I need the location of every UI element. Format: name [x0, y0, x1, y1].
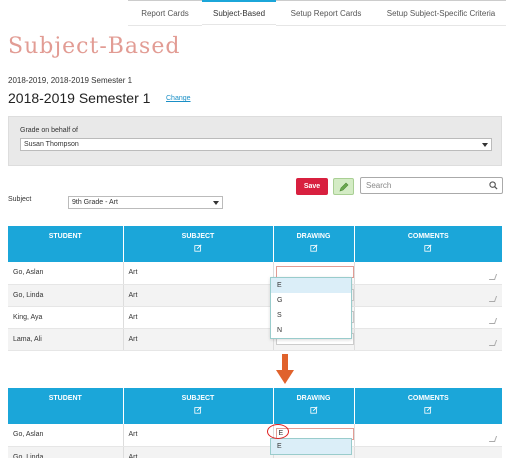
edit-icon[interactable] — [194, 406, 202, 414]
dropdown-option-e[interactable]: E — [271, 439, 351, 454]
change-term-link[interactable]: Change — [166, 95, 191, 102]
highlight-circle — [267, 424, 289, 439]
grades-table-after: STUDENT SUBJECT DRAWING COMMENTS Go, Asl… — [8, 388, 502, 458]
col-comments[interactable]: COMMENTS — [354, 388, 502, 424]
subject-cell: Art — [123, 424, 274, 447]
edit-icon[interactable] — [309, 406, 318, 414]
table-row: King, Aya Art — [8, 306, 502, 329]
subject-cell: Art — [123, 446, 274, 458]
resize-handle-icon[interactable] — [488, 273, 498, 280]
edit-icon[interactable] — [309, 244, 318, 252]
edit-icon[interactable] — [424, 244, 432, 252]
resize-handle-icon[interactable] — [488, 317, 498, 324]
tab-setup-subject-criteria[interactable]: Setup Subject-Specific Criteria — [376, 1, 506, 26]
comments-cell[interactable] — [354, 328, 502, 351]
dropdown-option-n[interactable]: N — [271, 323, 351, 338]
table-row: Go, Linda Art — [8, 284, 502, 307]
col-student: STUDENT — [8, 226, 124, 262]
drawing-grade-dropdown[interactable]: E G S N — [270, 277, 352, 339]
dropdown-option-s[interactable]: S — [271, 308, 351, 323]
teacher-select[interactable]: Susan Thompson — [20, 138, 492, 151]
subject-cell: Art — [123, 262, 274, 285]
tab-subject-based[interactable]: Subject-Based — [202, 0, 276, 25]
student-cell: Go, Aslan — [8, 424, 124, 447]
table-row: Go, Linda Art — [8, 446, 502, 458]
student-cell: Go, Linda — [8, 284, 124, 307]
subject-cell: Art — [123, 328, 274, 351]
subject-cell: Art — [123, 306, 274, 329]
grade-on-behalf-label: Grade on behalf of — [20, 127, 78, 134]
col-drawing[interactable]: DRAWING — [273, 226, 355, 262]
page-title: Subject-Based — [8, 34, 181, 59]
chevron-down-icon — [482, 143, 488, 147]
subject-select-value: 9th Grade - Art — [72, 199, 118, 206]
resize-handle-icon[interactable] — [488, 339, 498, 346]
drawing-grade-dropdown-filtered[interactable]: E — [270, 438, 352, 455]
col-drawing[interactable]: DRAWING — [273, 388, 355, 424]
comments-cell[interactable] — [354, 424, 502, 447]
student-cell: Go, Linda — [8, 446, 124, 458]
save-button[interactable]: Save — [296, 178, 328, 195]
subject-cell: Art — [123, 284, 274, 307]
subject-select[interactable]: 9th Grade - Art — [68, 196, 223, 209]
resize-handle-icon[interactable] — [488, 295, 498, 302]
dropdown-option-e[interactable]: E — [271, 278, 351, 293]
comments-cell[interactable] — [354, 262, 502, 285]
term-list: 2018-2019, 2018-2019 Semester 1 — [8, 76, 133, 85]
edit-icon[interactable] — [424, 406, 432, 414]
table-row: Lama, Ali Art — [8, 328, 502, 351]
grade-on-behalf-panel: Grade on behalf of Susan Thompson — [8, 116, 502, 166]
comments-cell[interactable] — [354, 306, 502, 329]
teacher-select-value: Susan Thompson — [24, 141, 79, 148]
col-student: STUDENT — [8, 388, 124, 424]
chevron-down-icon — [213, 201, 219, 205]
col-comments[interactable]: COMMENTS — [354, 226, 502, 262]
comments-cell[interactable] — [354, 446, 502, 458]
tab-setup-report-cards[interactable]: Setup Report Cards — [276, 1, 376, 26]
edit-icon[interactable] — [194, 244, 202, 252]
table-row: Go, Aslan Art — [8, 262, 502, 285]
edit-button[interactable] — [333, 178, 354, 195]
search-placeholder: Search — [366, 181, 392, 190]
dropdown-option-g[interactable]: G — [271, 293, 351, 308]
tab-report-cards[interactable]: Report Cards — [128, 1, 202, 26]
table-row: Go, Aslan Art E — [8, 424, 502, 447]
col-subject[interactable]: SUBJECT — [123, 388, 274, 424]
comments-cell[interactable] — [354, 284, 502, 307]
table-header: STUDENT SUBJECT DRAWING COMMENTS — [8, 388, 502, 424]
search-icon — [489, 181, 498, 190]
subject-label: Subject — [8, 196, 32, 203]
col-subject[interactable]: SUBJECT — [123, 226, 274, 262]
pencil-icon — [339, 182, 348, 191]
student-cell: Lama, Ali — [8, 328, 124, 351]
table-header: STUDENT SUBJECT DRAWING COMMENTS — [8, 226, 502, 262]
tab-bar: Report Cards Subject-Based Setup Report … — [128, 0, 506, 26]
student-cell: King, Aya — [8, 306, 124, 329]
grades-table: STUDENT SUBJECT DRAWING COMMENTS Go, Asl… — [8, 226, 502, 351]
search-input[interactable]: Search — [360, 177, 503, 194]
arrow-down-icon — [276, 354, 294, 384]
resize-handle-icon[interactable] — [488, 435, 498, 442]
student-cell: Go, Aslan — [8, 262, 124, 285]
current-term: 2018-2019 Semester 1 — [8, 90, 151, 106]
